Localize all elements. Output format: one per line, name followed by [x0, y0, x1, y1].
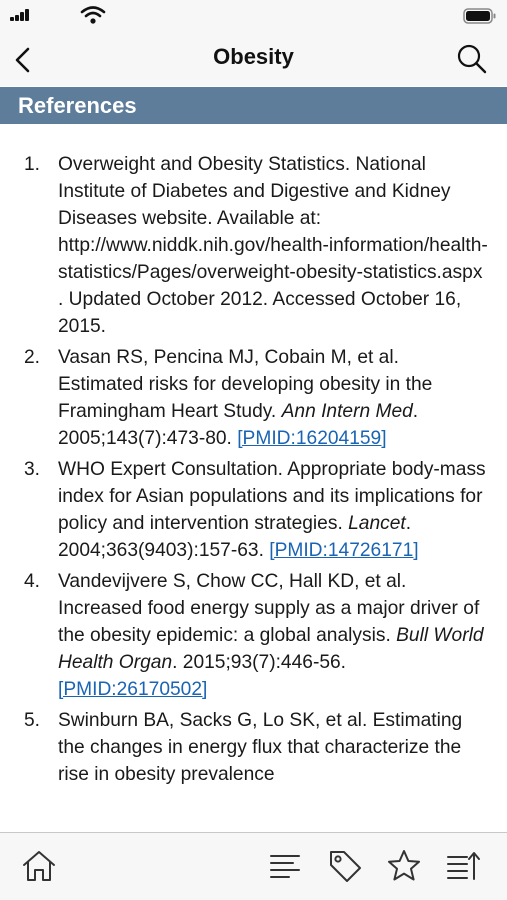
reference-journal: Lancet — [348, 513, 406, 534]
reference-citation: . 2015;93(7):446-56. — [172, 652, 347, 673]
collapse-sections-button[interactable] — [445, 848, 481, 884]
reference-text: WHO Expert Consultation. Appropriate bod… — [58, 459, 486, 534]
tag-icon — [330, 851, 361, 882]
reference-item: 3. WHO Expert Consultation. Appropriate … — [0, 456, 507, 564]
section-title: References — [18, 93, 137, 118]
pmid-link[interactable]: [PMID:14726171] — [269, 540, 418, 561]
section-header: References — [0, 87, 507, 124]
reference-item: 2. Vasan RS, Pencina MJ, Cobain M, et al… — [0, 344, 507, 452]
home-button[interactable] — [21, 848, 57, 884]
reference-text: Overweight and Obesity Statistics. Natio… — [58, 154, 488, 337]
reference-item: 4. Vandevijvere S, Chow CC, Hall KD, et … — [0, 568, 507, 703]
collapse-list-icon — [447, 852, 480, 880]
pmid-link[interactable]: [PMID:26170502] — [58, 679, 207, 700]
wifi-icon — [80, 6, 106, 24]
pmid-link[interactable]: [PMID:16204159] — [237, 428, 386, 449]
reference-item: 1. Overweight and Obesity Statistics. Na… — [0, 151, 507, 340]
home-icon — [23, 851, 55, 881]
reference-number: 2. — [24, 347, 41, 368]
bottom-toolbar — [0, 832, 507, 900]
reference-journal: Ann Intern Med — [281, 401, 413, 422]
tag-button[interactable] — [327, 848, 363, 884]
navigation-bar: Obesity — [0, 32, 507, 86]
outline-button[interactable] — [267, 848, 303, 884]
page-title: Obesity — [213, 44, 294, 69]
reference-number: 5. — [24, 710, 41, 731]
cellular-signal-icon — [10, 9, 34, 21]
references-content[interactable]: 1. Overweight and Obesity Statistics. Na… — [0, 124, 507, 832]
favorite-button[interactable] — [386, 848, 422, 884]
battery-icon — [463, 8, 496, 24]
reference-text: Swinburn BA, Sacks G, Lo SK, et al. Esti… — [58, 710, 463, 785]
references-list: 1. Overweight and Obesity Statistics. Na… — [0, 151, 507, 792]
search-button[interactable] — [455, 42, 489, 76]
reference-item: 5. Swinburn BA, Sacks G, Lo SK, et al. E… — [0, 707, 507, 788]
reference-number: 3. — [24, 459, 41, 480]
outline-icon — [270, 855, 300, 878]
status-bar — [0, 0, 507, 32]
reference-number: 4. — [24, 571, 41, 592]
star-icon — [388, 850, 420, 881]
search-icon — [457, 44, 487, 74]
reference-number: 1. — [24, 154, 41, 175]
